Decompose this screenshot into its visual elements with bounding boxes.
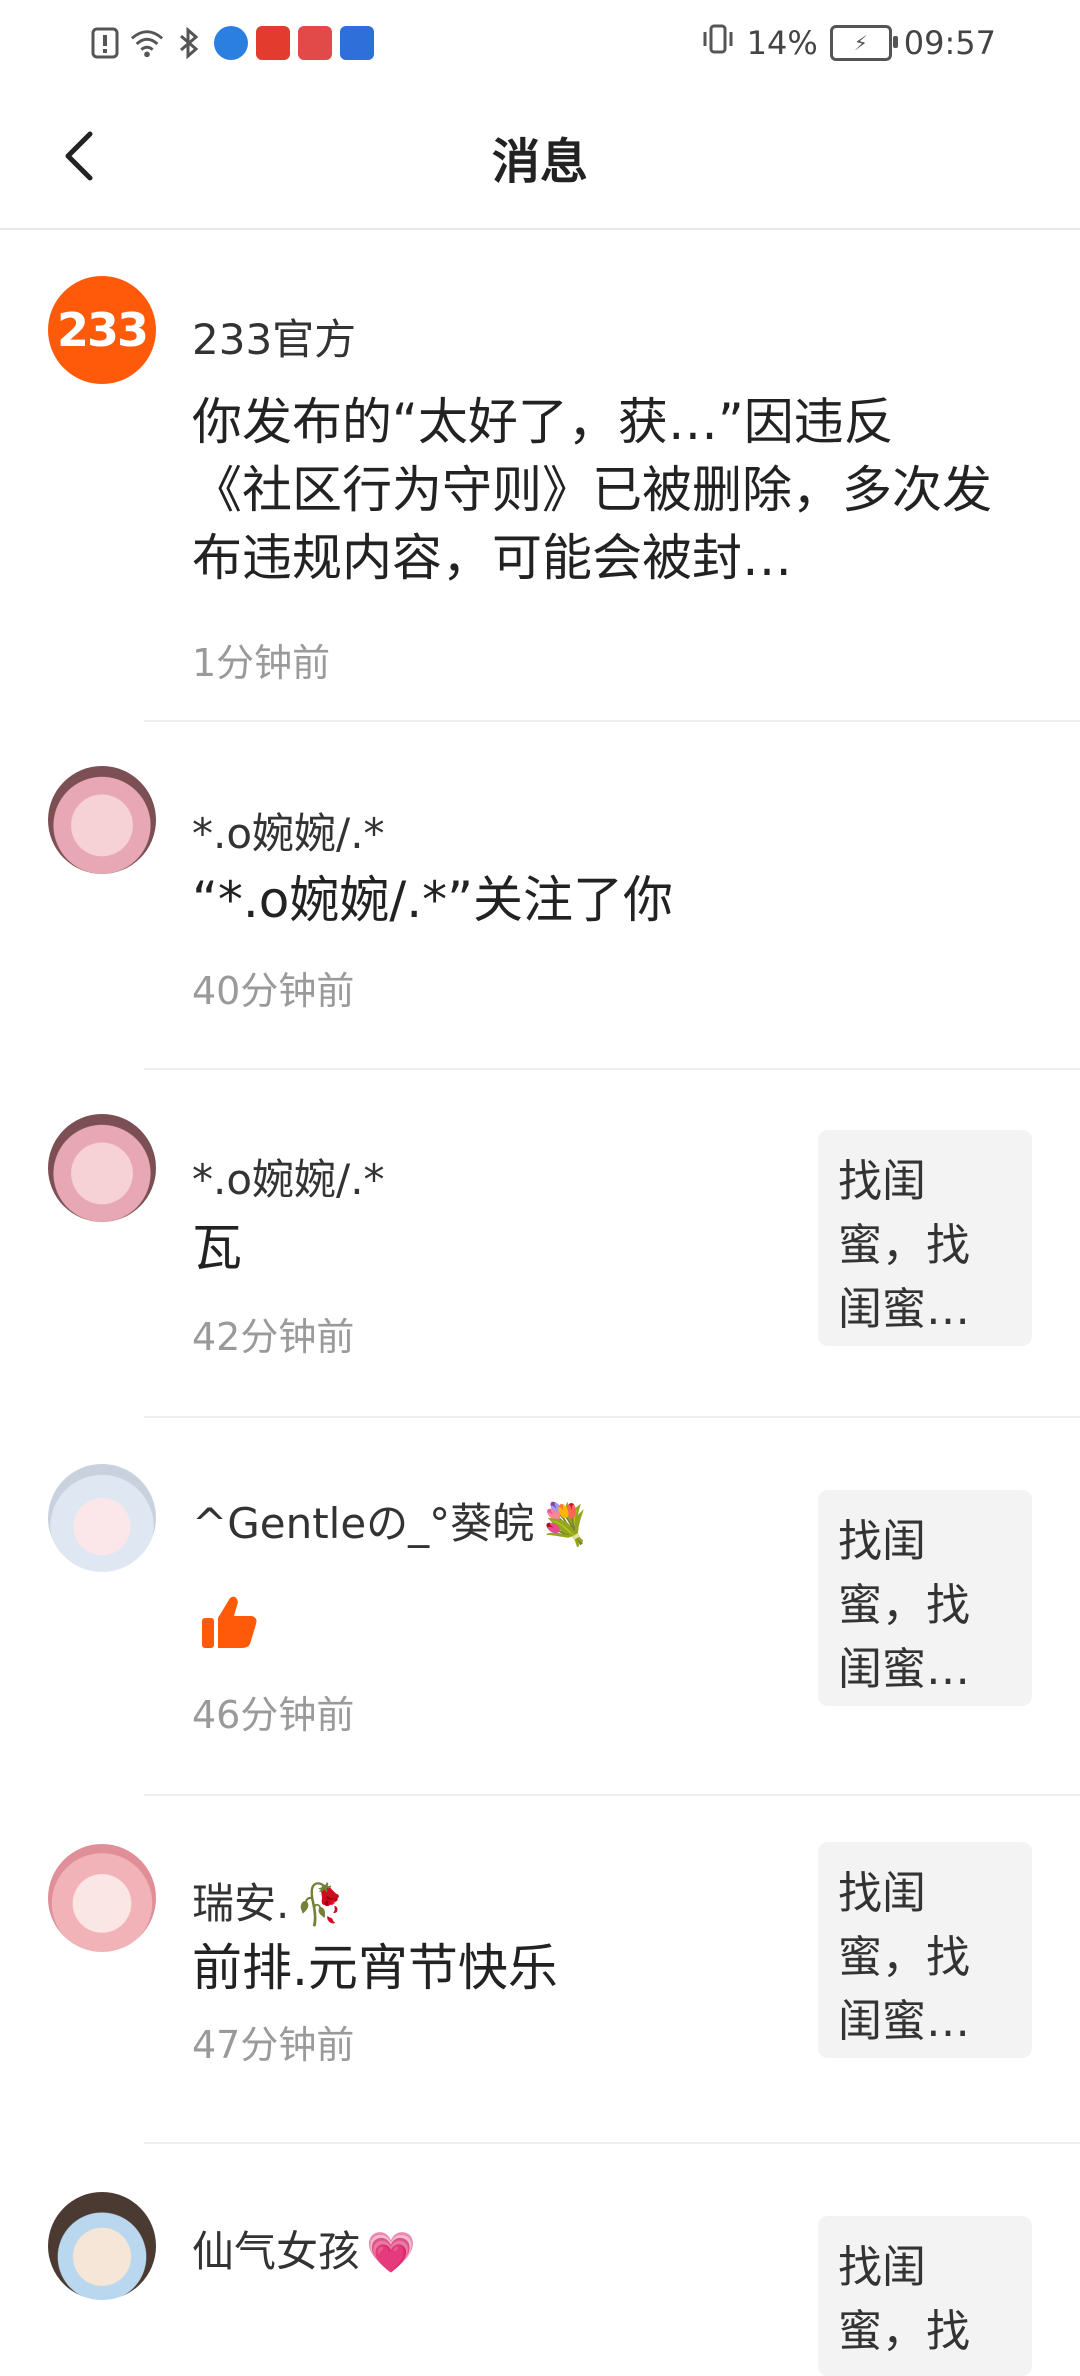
clock: 09:57 xyxy=(903,24,996,62)
post-preview[interactable]: 找闺蜜，找 xyxy=(818,2216,1032,2376)
status-right: 14% ⚡ 09:57 xyxy=(701,18,996,68)
battery-icon: ⚡ xyxy=(829,25,898,61)
browser-icon xyxy=(214,26,248,60)
sender-name-row: 瑞安. 🥀 xyxy=(192,1870,345,1931)
avatar[interactable] xyxy=(48,766,156,874)
message-time: 42分钟前 xyxy=(192,1315,355,1359)
list-item[interactable]: *.o婉婉/.* “*.o婉婉/.*”关注了你 40分钟前 xyxy=(0,722,1080,1070)
sender-name-row: 仙气女孩 💗 xyxy=(192,2218,416,2279)
post-preview[interactable]: 找闺蜜，找闺蜜… xyxy=(818,1842,1032,2058)
sender-name: 仙气女孩 xyxy=(192,2227,361,2276)
alert-icon xyxy=(88,26,122,60)
huawei-store-icon xyxy=(298,26,332,60)
wilted-rose-emoji: 🥀 xyxy=(295,1882,346,1928)
message-time: 47分钟前 xyxy=(192,2023,355,2067)
heart-emoji: 💗 xyxy=(366,2230,416,2276)
wifi-icon xyxy=(130,26,164,60)
sender-name: 瑞安. xyxy=(192,1879,290,1928)
message-text: “*.o婉婉/.*”关注了你 xyxy=(192,871,674,929)
page-title: 消息 xyxy=(491,134,588,190)
message-time: 40分钟前 xyxy=(192,969,355,1013)
list-item[interactable]: 仙气女孩 💗 找闺蜜，找 xyxy=(0,2144,1080,2376)
avatar[interactable] xyxy=(48,1464,156,1572)
list-item[interactable]: ^Gentleの_°葵皖 💐 46分钟前 找闺蜜，找闺蜜… xyxy=(0,1418,1080,1796)
avatar[interactable]: 233 xyxy=(48,276,156,384)
message-time: 46分钟前 xyxy=(192,1693,355,1737)
avatar[interactable] xyxy=(48,1114,156,1222)
post-preview[interactable]: 找闺蜜，找闺蜜… xyxy=(818,1490,1032,1706)
sender-name-row: ^Gentleの_°葵皖 💐 xyxy=(192,1490,590,1551)
sender-name: *.o婉婉/.* xyxy=(192,1155,385,1204)
list-item[interactable]: 233 233官方 你发布的“太好了，获…”因违反《社区行为守则》已被删除，多次… xyxy=(0,230,1080,722)
vibrate-icon xyxy=(701,22,735,64)
baidu-icon xyxy=(340,26,374,60)
list-item[interactable]: 瑞安. 🥀 前排.元宵节快乐 47分钟前 找闺蜜，找闺蜜… xyxy=(0,1796,1080,2144)
avatar[interactable] xyxy=(48,2192,156,2300)
message-time: 1分钟前 xyxy=(192,641,331,685)
message-text: 前排.元宵节快乐 xyxy=(192,1939,558,1997)
thumbs-up-icon xyxy=(200,1594,260,1654)
sender-name: 233官方 xyxy=(192,315,357,364)
bouquet-emoji: 💐 xyxy=(540,1502,590,1548)
bluetooth-icon xyxy=(172,26,206,60)
status-left-icons xyxy=(88,20,374,66)
sender-name: ^Gentleの_°葵皖 xyxy=(192,1499,535,1548)
video-app-icon xyxy=(256,26,290,60)
sender-name: *.o婉婉/.* xyxy=(192,809,385,858)
battery-percent: 14% xyxy=(746,24,818,62)
app-header: 消息 xyxy=(0,86,1080,230)
message-list[interactable]: 233 233官方 你发布的“太好了，获…”因违反《社区行为守则》已被删除，多次… xyxy=(0,230,1080,2376)
post-preview[interactable]: 找闺蜜，找闺蜜… xyxy=(818,1130,1032,1346)
message-text: 你发布的“太好了，获…”因违反《社区行为守则》已被删除，多次发布违规内容，可能会… xyxy=(192,393,992,587)
233-logo-icon: 233 xyxy=(56,303,149,357)
avatar[interactable] xyxy=(48,1844,156,1952)
list-item[interactable]: *.o婉婉/.* 瓦 42分钟前 找闺蜜，找闺蜜… xyxy=(0,1070,1080,1418)
message-text: 瓦 xyxy=(192,1219,242,1277)
status-bar: 14% ⚡ 09:57 xyxy=(0,0,1080,86)
